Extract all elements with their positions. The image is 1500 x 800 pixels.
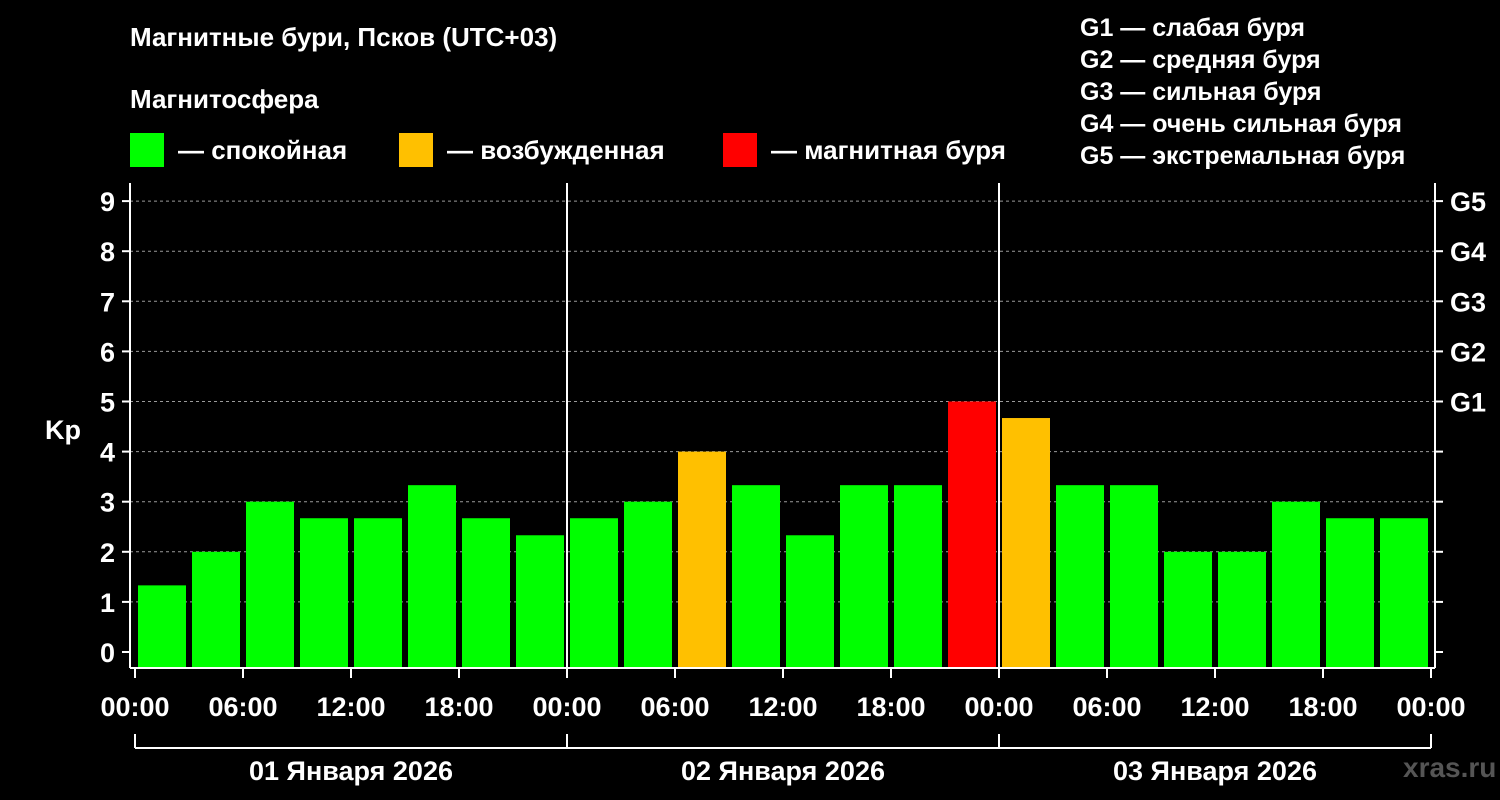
day-label: 02 Января 2026 (681, 756, 885, 786)
kp-bar (354, 518, 402, 668)
kp-bar (624, 501, 672, 668)
x-tick-label: 12:00 (316, 692, 385, 722)
watermark: xras.ru (1403, 752, 1497, 783)
x-tick-label: 06:00 (640, 692, 709, 722)
y-tick-label: 2 (100, 538, 115, 568)
x-tick-label: 00:00 (532, 692, 601, 722)
x-tick-label: 06:00 (208, 692, 277, 722)
bars (138, 401, 1428, 668)
kp-bar (1056, 485, 1104, 668)
chart-title: Магнитные бури, Псков (UTC+03) (130, 22, 558, 52)
kp-bar (1218, 551, 1266, 668)
kp-bar (840, 485, 888, 668)
g-level-g5: G5 — экстремальная буря (1080, 142, 1406, 170)
kp-bar (570, 518, 618, 668)
day-label: 03 Января 2026 (1113, 756, 1317, 786)
legend-label-active: — возбужденная (447, 134, 665, 165)
legend-label-storm: — магнитная буря (771, 134, 1006, 165)
kp-bar (678, 451, 726, 668)
kp-bar (1002, 418, 1050, 668)
kp-bar (1326, 518, 1374, 668)
x-tick-label: 00:00 (964, 692, 1033, 722)
x-tick-label: 00:00 (100, 692, 169, 722)
kp-bar (1380, 518, 1428, 668)
g-tick-label: G4 (1450, 237, 1486, 267)
g-tick-label: G3 (1450, 287, 1486, 317)
kp-bar (408, 485, 456, 668)
y-axis-label: Kp (45, 415, 81, 445)
legend-label-quiet: — спокойная (178, 134, 348, 165)
kp-bar (300, 518, 348, 668)
legend-swatch-active (399, 133, 433, 167)
legend-item-active: — возбужденная (399, 133, 665, 167)
g-tick-label: G2 (1450, 337, 1486, 367)
x-tick-label: 18:00 (424, 692, 493, 722)
y-tick-label: 8 (100, 237, 115, 267)
x-tick-label: 18:00 (1288, 692, 1357, 722)
x-tick-label: 18:00 (856, 692, 925, 722)
kp-bar (1110, 485, 1158, 668)
y-tick-label: 1 (100, 588, 115, 618)
g-level-g2: G2 — средняя буря (1080, 46, 1321, 74)
kp-bar (1164, 551, 1212, 668)
kp-bar (732, 485, 780, 668)
kp-bar (138, 585, 186, 668)
y-tick-label: 3 (100, 488, 115, 518)
g-level-g3: G3 — сильная буря (1080, 78, 1322, 106)
y-tick-label: 5 (100, 388, 115, 418)
legend-swatch-storm (723, 133, 757, 167)
day-label: 01 Января 2026 (249, 756, 453, 786)
x-tick-label: 12:00 (748, 692, 817, 722)
g-level-g1: G1 — слабая буря (1080, 14, 1306, 42)
legend-heading: Магнитосфера (130, 84, 319, 114)
kp-bar (516, 535, 564, 668)
x-tick-label: 12:00 (1180, 692, 1249, 722)
y-tick-label: 4 (100, 438, 115, 468)
legend-item-quiet: — спокойная (130, 133, 347, 167)
y-tick-label: 6 (100, 337, 115, 367)
g-tick-label: G1 (1450, 388, 1486, 418)
kp-bar (894, 485, 942, 668)
y-tick-label: 0 (100, 638, 115, 668)
g-level-g4: G4 — очень сильная буря (1080, 110, 1402, 138)
x-tick-label: 06:00 (1072, 692, 1141, 722)
x-tick-label: 00:00 (1396, 692, 1465, 722)
kp-bar (246, 501, 294, 668)
y-tick-label: 9 (100, 187, 115, 217)
kp-bar (192, 551, 240, 668)
legend-item-storm: — магнитная буря (723, 133, 1006, 167)
kp-bar (462, 518, 510, 668)
g-level-legend: G1 — слабая буря G2 — средняя буря G3 — … (1080, 12, 1405, 172)
kp-bar (948, 401, 996, 668)
legend-swatch-quiet (130, 133, 164, 167)
g-tick-label: G5 (1450, 187, 1486, 217)
kp-bar (1272, 501, 1320, 668)
kp-bar (786, 535, 834, 668)
y-tick-label: 7 (100, 287, 115, 317)
